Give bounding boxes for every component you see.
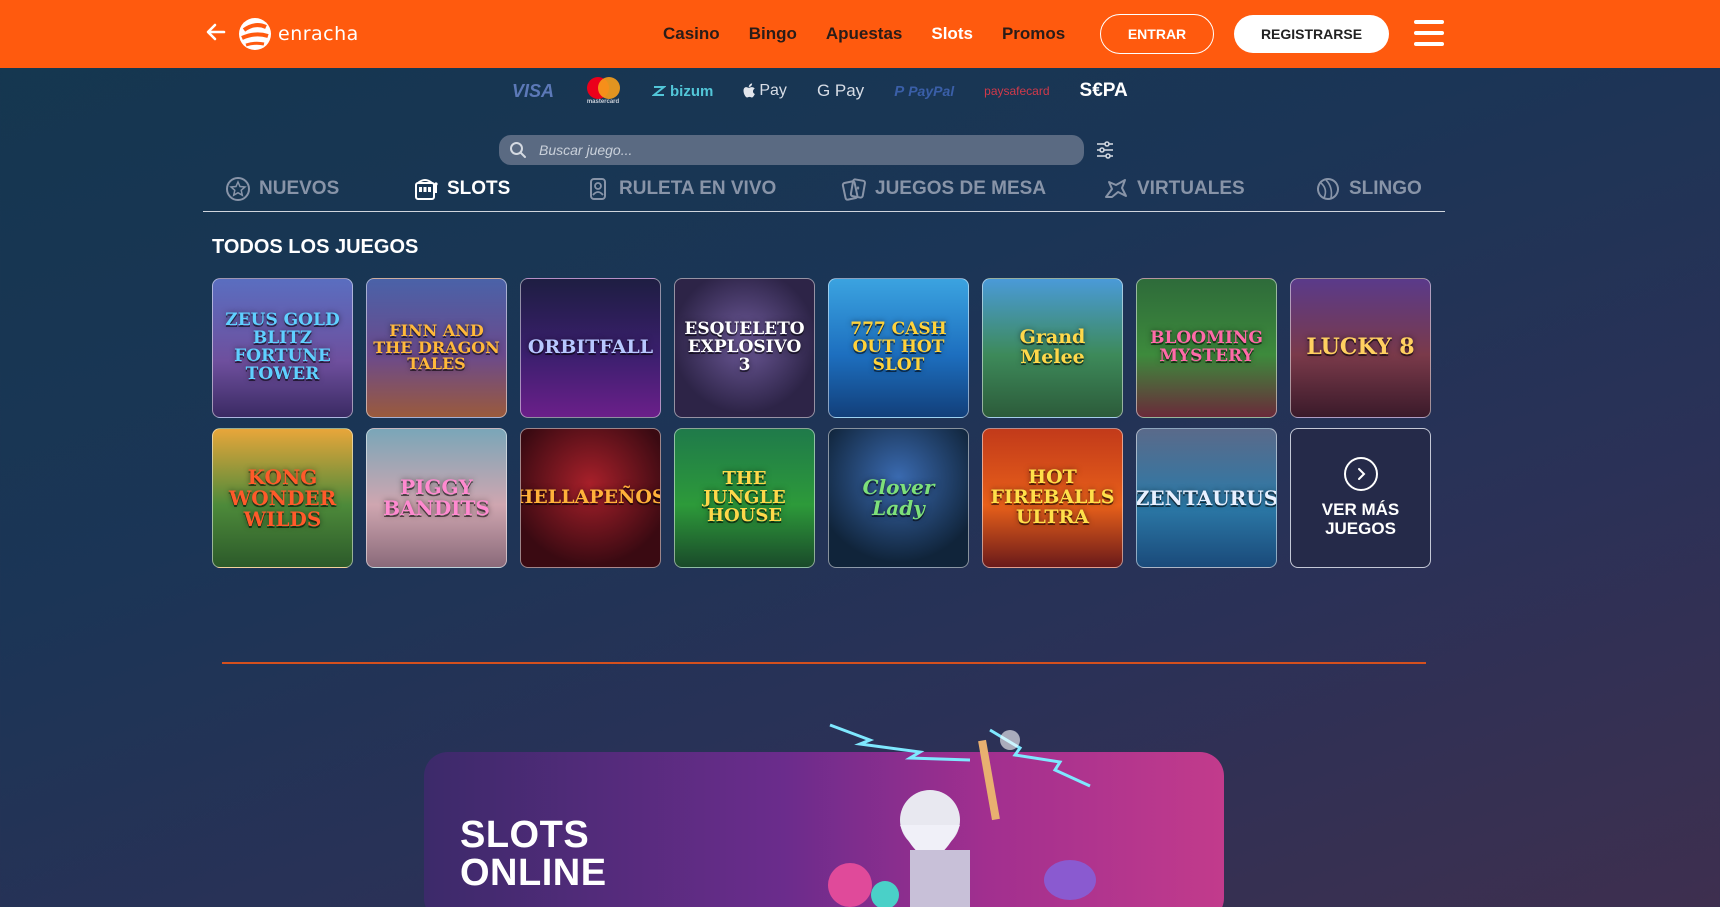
banner-title-line2: ONLINE [460, 852, 607, 894]
live-dealer-icon [590, 178, 606, 200]
banner-title-line1: SLOTS [460, 814, 590, 856]
nav-promos[interactable]: Promos [1002, 24, 1065, 44]
game-tile-hellapenos[interactable]: HELLAPEÑOS [520, 428, 661, 568]
bizum-icon [652, 86, 667, 96]
zeus-lightning-illustration [828, 723, 1096, 907]
payment-methods: VISA mastercard bizum Pay G Pay P PayPal … [512, 77, 1158, 105]
game-tile-777-hot-slot[interactable]: 777 CASH OUT HOT SLOT [828, 278, 969, 418]
search-icon [510, 142, 526, 158]
see-more-label: VER MÁS JUEGOS [1321, 500, 1400, 538]
paysafecard-logo: paysafecard [984, 84, 1050, 98]
nav-bingo[interactable]: Bingo [749, 24, 797, 44]
see-more-games-button[interactable]: VER MÁS JUEGOS [1290, 428, 1431, 568]
main-nav: Casino Bingo Apuestas Slots Promos [663, 24, 1094, 44]
apple-icon [743, 83, 756, 98]
nav-apuestas[interactable]: Apuestas [826, 24, 903, 44]
tab-nuevos[interactable]: NUEVOS [225, 176, 339, 202]
game-tile-hot-fireballs[interactable]: HOT FIREBALLS ULTRA [982, 428, 1123, 568]
logo-mark-icon [239, 18, 271, 50]
search-input[interactable] [539, 142, 1059, 158]
enracha-logo[interactable]: enracha [238, 14, 359, 54]
back-arrow-icon[interactable] [204, 20, 228, 44]
game-tile-blooming-mystery[interactable]: BLOOMING MYSTERY [1136, 278, 1277, 418]
game-tile-esqueleto[interactable]: ESQUELETO EXPLOSIVO 3 [674, 278, 815, 418]
register-button[interactable]: REGISTRARSE [1234, 15, 1389, 53]
horse-icon [1105, 179, 1127, 198]
game-tile-kong-wonder-wilds[interactable]: KONG WONDER WILDS [212, 428, 353, 568]
slot-machine-icon [415, 179, 438, 200]
apple-pay-logo: Pay [743, 82, 787, 100]
game-tile-piggy-bandits[interactable]: PIGGY BANDITS [366, 428, 507, 568]
cards-icon [841, 178, 866, 201]
top-navigation-bar: enracha Casino Bingo Apuestas Slots Prom… [0, 0, 1720, 68]
star-badge-icon [226, 177, 250, 201]
tab-virtuales[interactable]: VIRTUALES [1103, 176, 1245, 202]
game-tile-clover-lady[interactable]: Clover Lady [828, 428, 969, 568]
game-tile-finn[interactable]: FINN AND THE DRAGON TALES [366, 278, 507, 418]
tab-slots[interactable]: SLOTS [413, 176, 510, 202]
login-button[interactable]: ENTRAR [1100, 14, 1214, 54]
mastercard-logo: mastercard [584, 77, 622, 105]
google-pay-logo: G Pay [816, 81, 865, 100]
category-tabs: NUEVOS SLOTS RULETA EN VIVO JUEGOS DE ME… [203, 172, 1445, 212]
game-tile-zentaurus[interactable]: ZENTAURUS [1136, 428, 1277, 568]
banner-title: SLOTS ONLINE [460, 816, 607, 892]
game-tile-orbitfall[interactable]: ORBITFALL [520, 278, 661, 418]
game-tile-zeus[interactable]: ZEUS GOLD BLITZ FORTUNE TOWER [212, 278, 353, 418]
ball-icon [1317, 178, 1339, 200]
paypal-logo: P PayPal [894, 82, 955, 100]
section-title: TODOS LOS JUEGOS [212, 236, 419, 258]
nav-casino[interactable]: Casino [663, 24, 720, 44]
logo-text: enracha [278, 23, 359, 45]
section-divider [222, 662, 1426, 664]
nav-slots[interactable]: Slots [931, 24, 973, 44]
hamburger-menu-icon[interactable] [1414, 20, 1444, 46]
game-search-bar [499, 135, 1084, 165]
filter-sliders-icon[interactable] [1095, 140, 1115, 160]
bizum-logo: bizum [652, 83, 713, 100]
tab-slingo[interactable]: SLINGO [1315, 176, 1422, 202]
chevron-right-icon [1343, 457, 1378, 492]
tab-ruleta-en-vivo[interactable]: RULETA EN VIVO [585, 176, 776, 202]
game-tile-jungle-house[interactable]: THE JUNGLE HOUSE [674, 428, 815, 568]
sepa-logo: S€PA [1079, 80, 1128, 101]
game-tile-lucky-8[interactable]: LUCKY 8 [1290, 278, 1431, 418]
tab-juegos-de-mesa[interactable]: JUEGOS DE MESA [841, 176, 1046, 202]
visa-logo: VISA [512, 80, 555, 101]
game-tile-grand-melee[interactable]: Grand Melee [982, 278, 1123, 418]
